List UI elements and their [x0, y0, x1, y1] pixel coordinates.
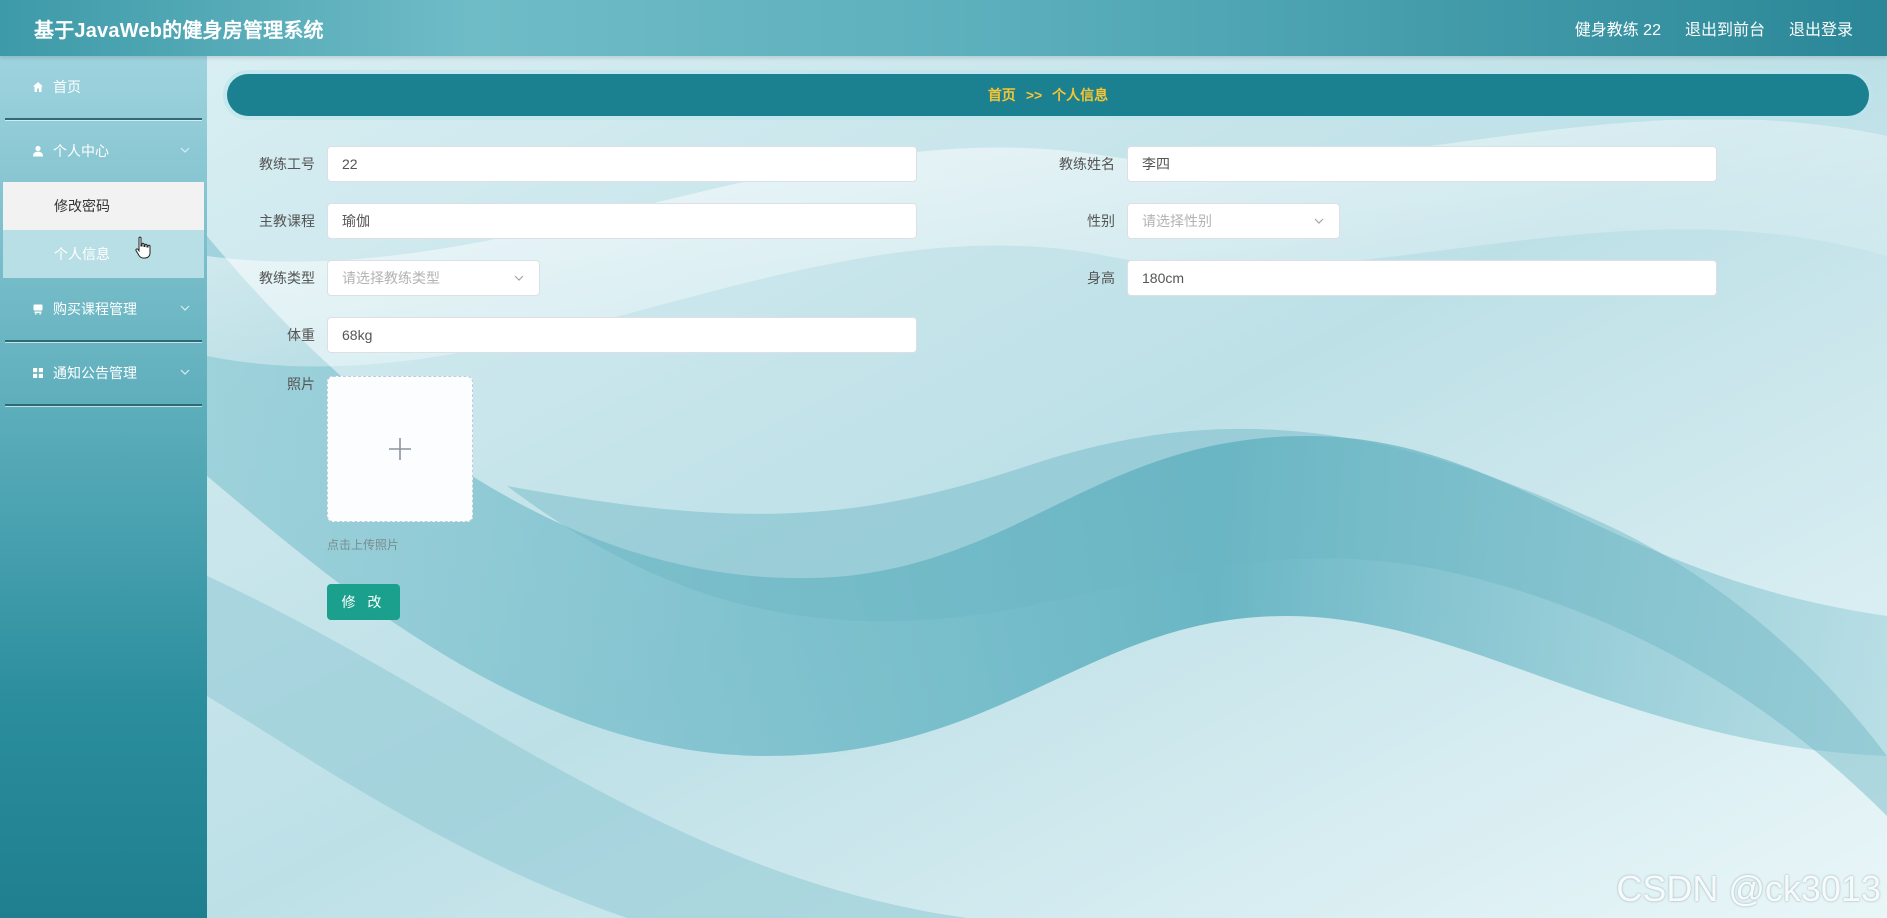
plus-icon [389, 438, 411, 460]
sidebar-item-label: 购买课程管理 [53, 301, 137, 317]
sidebar-item-label: 修改密码 [54, 198, 110, 214]
gender-label: 性别 [1087, 213, 1115, 229]
form-row-coach-id: 教练工号 22 [247, 146, 917, 182]
form-row-gender: 性别 请选择性别 [1047, 203, 1340, 239]
chevron-down-icon [180, 305, 190, 311]
main-course-label: 主教课程 [259, 213, 315, 229]
breadcrumb-current: 个人信息 [1052, 87, 1109, 103]
sidebar-item-personal-center[interactable]: 个人中心 [0, 120, 207, 182]
header-actions: 健身教练 22 退出到前台 退出登录 [1575, 16, 1853, 40]
user-icon [31, 144, 45, 158]
chevron-down-icon [180, 369, 190, 375]
logout-link[interactable]: 退出登录 [1789, 16, 1853, 40]
home-icon [31, 80, 45, 94]
sidebar-item-home[interactable]: 首页 [0, 56, 207, 118]
weight-label: 体重 [287, 327, 315, 343]
chevron-down-icon [180, 147, 190, 153]
coach-id-field[interactable]: 22 [327, 146, 917, 182]
watermark: CSDN @ck3013 [1616, 868, 1881, 909]
coach-type-placeholder: 请选择教练类型 [342, 270, 440, 286]
breadcrumb-home[interactable]: 首页 [988, 85, 1016, 105]
coach-type-label: 教练类型 [259, 270, 315, 286]
current-user: 健身教练 22 [1574, 22, 1661, 39]
modify-button[interactable]: 修 改 [327, 584, 400, 620]
form-row-main-course: 主教课程 瑜伽 [247, 203, 917, 239]
sidebar-item-notice[interactable]: 通知公告管理 [0, 342, 207, 404]
photo-label: 照片 [287, 376, 315, 392]
chevron-down-icon [514, 275, 524, 281]
weight-field[interactable]: 68kg [327, 317, 917, 353]
sidebar: 首页 个人中心 修改密码 个人信息 购买课程管理 通知公告管理 [0, 56, 207, 918]
sidebar-item-change-password[interactable]: 修改密码 [3, 182, 204, 230]
coach-name-field[interactable]: 李四 [1127, 146, 1717, 182]
form-row-weight: 体重 68kg [247, 317, 917, 353]
form-row-coach-name: 教练姓名 李四 [1047, 146, 1717, 182]
top-header: 基于JavaWeb的健身房管理系统 健身教练 22 退出到前台 退出登录 [0, 0, 1887, 56]
to-frontend-link[interactable]: 退出到前台 [1685, 16, 1765, 40]
upload-hint: 点击上传照片 [327, 538, 400, 552]
photo-upload-box[interactable] [327, 376, 473, 522]
chevron-down-icon [1314, 218, 1324, 224]
height-label: 身高 [1087, 270, 1115, 286]
sidebar-item-label: 通知公告管理 [53, 365, 137, 381]
breadcrumb: 首页 >> 个人信息 [227, 74, 1869, 116]
sidebar-item-personal-info[interactable]: 个人信息 [3, 230, 204, 278]
form-row-coach-type: 教练类型 请选择教练类型 [247, 260, 540, 296]
gender-placeholder: 请选择性别 [1142, 213, 1212, 229]
sidebar-item-label: 首页 [53, 79, 81, 95]
coach-type-select[interactable]: 请选择教练类型 [327, 260, 540, 296]
coach-name-label: 教练姓名 [1059, 156, 1115, 172]
form-row-height: 身高 180cm [1047, 260, 1717, 296]
main-course-field[interactable]: 瑜伽 [327, 203, 917, 239]
sidebar-item-label: 个人中心 [53, 143, 109, 159]
gender-select[interactable]: 请选择性别 [1127, 203, 1340, 239]
cart-icon [31, 302, 45, 316]
main-content: 首页 >> 个人信息 教练工号 22 教练姓名 李四 主教课程 瑜伽 性别 请选… [207, 56, 1887, 918]
app-title: 基于JavaWeb的健身房管理系统 [34, 19, 324, 42]
breadcrumb-separator: >> [1025, 87, 1043, 103]
menu-divider [5, 404, 202, 406]
sidebar-item-course-purchase[interactable]: 购买课程管理 [0, 278, 207, 340]
grid-icon [31, 366, 45, 380]
coach-id-label: 教练工号 [259, 156, 315, 172]
sidebar-item-label: 个人信息 [54, 246, 110, 262]
height-field[interactable]: 180cm [1127, 260, 1717, 296]
hand-cursor-icon [135, 236, 151, 259]
personal-center-submenu: 修改密码 个人信息 [0, 182, 207, 278]
form-row-photo: 照片 [247, 374, 327, 394]
